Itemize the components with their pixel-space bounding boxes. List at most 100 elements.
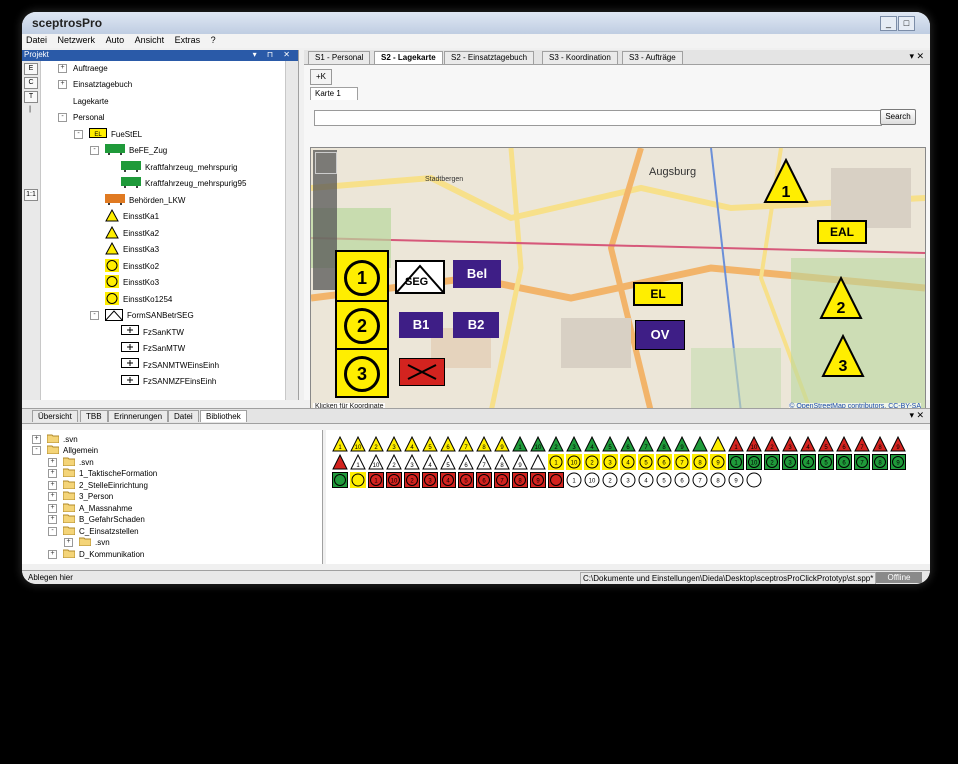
minimize-button[interactable]: _ (880, 16, 897, 31)
tree-item[interactable]: EinsstKo2 (90, 258, 159, 273)
tree-expander-icon[interactable]: - (90, 311, 99, 320)
map-search-input[interactable] (314, 110, 882, 126)
library-symbol[interactable]: 6 (620, 435, 636, 452)
library-symbol[interactable]: 6 (440, 435, 456, 452)
library-symbol[interactable]: 2 (386, 453, 402, 470)
library-symbol[interactable]: 4 (404, 435, 420, 452)
tree-expander-icon[interactable]: + (58, 80, 67, 89)
library-symbol[interactable]: 7 (854, 454, 870, 470)
library-symbol[interactable]: 10 (530, 435, 546, 452)
tree-item[interactable]: EinsstKa3 (90, 241, 159, 257)
tree-item[interactable]: + Auftraege (58, 61, 108, 75)
tool-t-button[interactable]: T (24, 91, 38, 103)
tree-expander-icon[interactable]: + (32, 434, 41, 444)
add-map-button[interactable]: +K (310, 69, 332, 85)
marker-ov[interactable]: OV (635, 320, 685, 350)
library-symbol[interactable]: 9 (494, 435, 510, 452)
zoom-slider[interactable]: | (24, 105, 36, 129)
library-symbol[interactable]: 6 (836, 435, 852, 452)
project-tree-scrollbar[interactable] (285, 61, 298, 400)
marker-b2[interactable]: B2 (453, 312, 499, 338)
tab-bibliothek[interactable]: Bibliothek (200, 410, 247, 422)
library-symbol[interactable]: 5 (422, 435, 438, 452)
tab-tbb[interactable]: TBB (80, 410, 108, 422)
tree-item[interactable]: Kraftfahrzeug_mehrspurig (106, 160, 238, 174)
library-symbol[interactable]: 3 (404, 453, 420, 470)
marker-triangle-3[interactable]: 3 (821, 334, 865, 378)
tree-expander-icon[interactable]: + (48, 492, 57, 501)
library-symbol[interactable]: 8 (692, 454, 708, 470)
library-symbol[interactable]: 9 (674, 435, 690, 452)
library-symbol[interactable]: 3 (782, 435, 798, 452)
menu-extras[interactable]: Extras (171, 34, 205, 45)
library-symbol[interactable]: 7 (674, 454, 690, 470)
tab-s2-einsatztagebuch[interactable]: S2 - Einsatztagebuch (444, 51, 535, 64)
library-symbol[interactable]: 3 (422, 472, 438, 488)
library-symbol[interactable]: 10 (386, 472, 402, 488)
marker-bel[interactable]: Bel (453, 260, 501, 288)
scale-button[interactable]: 1:1 (24, 189, 38, 201)
tab-erinnerungen[interactable]: Erinnerungen (108, 410, 169, 422)
tree-expander-icon[interactable]: - (48, 526, 57, 536)
library-symbol[interactable]: 7 (692, 472, 708, 488)
library-symbol[interactable]: 7 (476, 453, 492, 470)
library-symbol[interactable]: 7 (458, 435, 474, 452)
marker-el[interactable]: EL (633, 282, 683, 306)
library-symbol[interactable]: 9 (530, 472, 546, 488)
library-symbol[interactable]: 10 (566, 454, 582, 470)
panel-controls[interactable]: ▾ ⊓ ✕ (253, 50, 294, 59)
menu-ansicht[interactable]: Ansicht (131, 34, 169, 45)
marker-damage-icon[interactable] (399, 358, 445, 386)
library-symbol[interactable] (710, 435, 726, 452)
tree-item[interactable]: FzSanMTW (106, 341, 185, 356)
library-symbol[interactable]: 5 (818, 435, 834, 452)
library-symbol[interactable]: 1 (728, 454, 744, 470)
library-symbol[interactable] (530, 453, 546, 470)
tree-expander-icon[interactable]: + (48, 503, 57, 513)
tree-item[interactable]: FzSanKTW (106, 325, 184, 339)
tree-expander-icon[interactable]: + (48, 457, 57, 467)
library-symbol[interactable]: 8 (476, 435, 492, 452)
library-symbol[interactable]: 4 (584, 435, 600, 452)
tree-item[interactable]: Kraftfahrzeug_mehrspurig95 (106, 177, 246, 191)
library-symbol[interactable] (692, 435, 708, 452)
library-symbol[interactable] (332, 453, 348, 470)
library-symbol[interactable] (332, 472, 348, 488)
library-symbol[interactable]: 2 (764, 454, 780, 470)
library-symbol[interactable]: 7 (494, 472, 510, 488)
library-symbol[interactable]: 2 (404, 472, 420, 488)
tree-expander-icon[interactable]: - (74, 129, 83, 139)
tree-item[interactable]: + D_Kommunikation (48, 547, 144, 561)
marker-stack[interactable]: 1 2 3 (335, 250, 389, 398)
library-symbol[interactable]: 3 (566, 435, 582, 452)
library-symbol[interactable]: 4 (800, 435, 816, 452)
tree-expander-icon[interactable]: + (58, 63, 67, 73)
tree-expander-icon[interactable]: + (48, 515, 57, 524)
library-symbol[interactable]: 6 (458, 453, 474, 470)
marker-eal[interactable]: EAL (817, 220, 867, 244)
library-symbol[interactable]: 6 (836, 454, 852, 470)
tool-c-button[interactable]: C (24, 77, 38, 89)
tabbar-close-icon[interactable]: ▾ ✕ (909, 51, 924, 62)
library-symbol[interactable]: 3 (620, 472, 636, 488)
library-symbol[interactable] (548, 472, 564, 488)
tree-expander-icon[interactable]: + (48, 469, 57, 478)
library-symbol[interactable]: 10 (746, 435, 762, 452)
tab-s2-lagekarte[interactable]: S2 - Lagekarte (374, 51, 443, 64)
library-symbol[interactable]: 1 (368, 472, 384, 488)
library-symbol[interactable]: 8 (872, 435, 888, 452)
library-symbol[interactable]: 8 (512, 472, 528, 488)
library-symbol[interactable]: 8 (656, 435, 672, 452)
library-symbol[interactable]: 7 (638, 435, 654, 452)
tree-item[interactable]: FzSANMTWEinsEinh (106, 358, 219, 372)
library-symbol[interactable]: 9 (710, 454, 726, 470)
maximize-button[interactable]: □ (898, 16, 915, 31)
library-symbol[interactable]: 2 (548, 435, 564, 452)
tab-s1-personal[interactable]: S1 - Personal (308, 51, 371, 64)
library-symbol[interactable]: 9 (890, 454, 906, 470)
library-symbol[interactable]: 8 (710, 472, 726, 488)
tab-karte-1[interactable]: Karte 1 (310, 87, 358, 100)
library-symbol[interactable]: 9 (728, 472, 744, 488)
marker-triangle-1[interactable]: 1 (763, 158, 809, 204)
library-symbol[interactable]: 4 (440, 472, 456, 488)
